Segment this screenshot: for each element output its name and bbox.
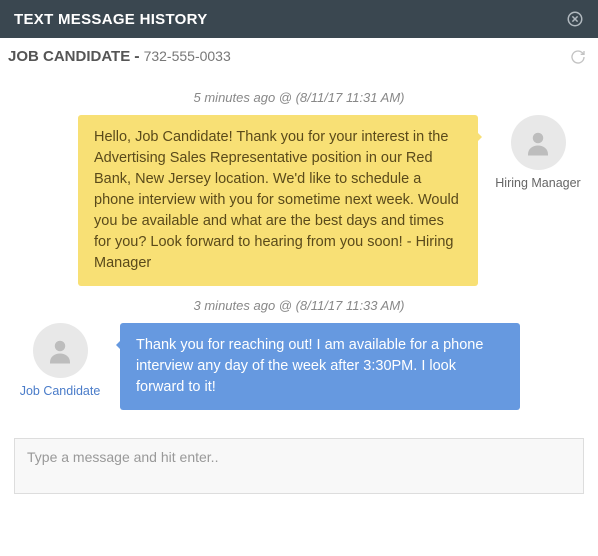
dash: - <box>134 48 139 66</box>
candidate-name: JOB CANDIDATE <box>8 48 130 65</box>
refresh-icon[interactable] <box>570 49 586 65</box>
close-icon[interactable] <box>566 10 584 28</box>
phone-number: 732-555-0033 <box>144 48 231 64</box>
message-bubble: Thank you for reaching out! I am availab… <box>120 323 520 410</box>
message-row: Job Candidate Thank you for reaching out!… <box>14 323 584 410</box>
message-history: 5 minutes ago @ (8/11/17 11:31 AM) Hiring… <box>0 72 598 430</box>
message-row: Hiring Manager Hello, Job Candidate! Than… <box>14 115 584 286</box>
subheader-left: JOB CANDIDATE - 732-555-0033 <box>8 48 231 66</box>
avatar-icon <box>33 323 88 378</box>
header-title: TEXT MESSAGE HISTORY <box>14 11 208 28</box>
avatar-icon <box>511 115 566 170</box>
sender-name: Hiring Manager <box>495 176 580 190</box>
subheader: JOB CANDIDATE - 732-555-0033 <box>0 38 598 72</box>
message-input[interactable] <box>14 438 584 494</box>
person: Job Candidate <box>14 323 106 398</box>
timestamp: 5 minutes ago @ (8/11/17 11:31 AM) <box>14 90 584 105</box>
header-bar: TEXT MESSAGE HISTORY <box>0 0 598 38</box>
message-bubble: Hello, Job Candidate! Thank you for your… <box>78 115 478 286</box>
timestamp: 3 minutes ago @ (8/11/17 11:33 AM) <box>14 298 584 313</box>
sender-name[interactable]: Job Candidate <box>20 384 101 398</box>
person: Hiring Manager <box>492 115 584 190</box>
input-area <box>0 430 598 513</box>
